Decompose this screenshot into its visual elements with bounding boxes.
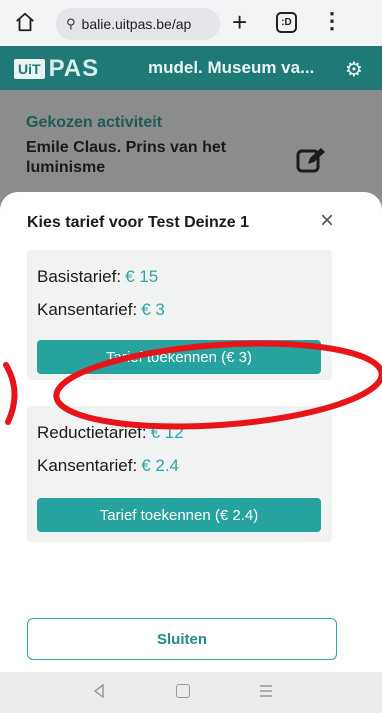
kansen-tariff-row: Kansentarief: € 3 (37, 300, 165, 319)
new-tab-icon[interactable]: + (232, 7, 247, 37)
gear-icon[interactable]: ⚙ (345, 57, 363, 81)
modal-title: Kies tarief voor Test Deinze 1 (27, 214, 249, 231)
app-header: UiT PAS mudel. Museum va... ⚙ (0, 46, 382, 90)
home-nav-icon[interactable] (176, 684, 190, 698)
tab-switcher-icon[interactable]: :D (276, 12, 297, 33)
uitpas-logo: UiT PAS (14, 55, 99, 83)
tariff-card: Basistarief: € 15 Kansentarief: € 3 Tarief… (27, 250, 332, 380)
museum-name[interactable]: mudel. Museum va... (148, 58, 314, 78)
base-tariff-row: Basistarief: € 15 (37, 267, 159, 286)
kansen-tariff-price: € 3 (141, 300, 165, 319)
assign-tariff-button[interactable]: Tarief toekennen (€ 3) (37, 340, 321, 374)
kansen-tariff-row: Kansentarief: € 2.4 (37, 456, 179, 475)
back-icon[interactable] (92, 684, 106, 698)
close-icon[interactable]: × (314, 208, 340, 234)
home-icon[interactable] (14, 11, 36, 33)
reduction-tariff-row: Reductietarief: € 12 (37, 423, 184, 442)
reduction-tariff-price: € 12 (150, 423, 184, 442)
kansen-tariff-price: € 2.4 (141, 456, 179, 475)
assign-tariff-button[interactable]: Tarief toekennen (€ 2.4) (37, 498, 321, 532)
tariff-card: Reductietarief: € 12 Kansentarief: € 2.4 T… (27, 406, 332, 542)
base-tariff-price: € 15 (125, 267, 159, 286)
system-nav-bar (0, 672, 382, 713)
selected-activity-title: Emile Claus. Prins van het luminisme (26, 139, 227, 176)
selected-activity-label: Gekozen activiteit (26, 114, 163, 131)
browser-toolbar: ⚲ balie.uitpas.be/ap + :D ⋮ (0, 0, 382, 46)
more-menu-icon[interactable]: ⋮ (321, 8, 343, 34)
tariff-modal: Kies tarief voor Test Deinze 1 × Basista… (0, 192, 382, 713)
recent-apps-icon[interactable] (259, 685, 273, 697)
site-settings-icon[interactable]: ⚲ (66, 17, 76, 32)
edit-icon[interactable] (296, 146, 326, 174)
url-text: balie.uitpas.be/ap (81, 16, 192, 32)
close-modal-button[interactable]: Sluiten (27, 618, 337, 660)
address-bar[interactable]: ⚲ balie.uitpas.be/ap (56, 8, 220, 40)
